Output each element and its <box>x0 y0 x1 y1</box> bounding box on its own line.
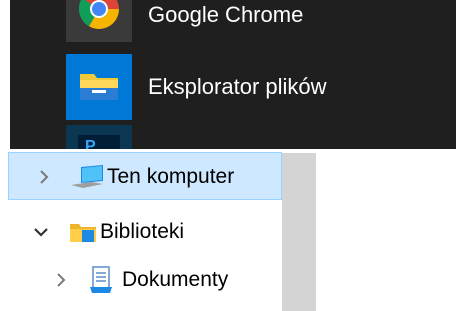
tree-item-ten-komputer[interactable]: Ten komputer <box>8 152 282 200</box>
left-edge <box>0 0 10 149</box>
chrome-tile[interactable] <box>66 0 132 42</box>
tree-item-label: Dokumenty <box>122 268 229 291</box>
file-explorer-label[interactable]: Eksplorator plików <box>148 74 327 100</box>
chevron-right-icon[interactable] <box>52 271 70 289</box>
tree-item-dokumenty[interactable]: Dokumenty <box>8 256 282 304</box>
libraries-folder-icon <box>70 224 96 242</box>
navigation-pane: Ten komputer Biblioteki Dokumenty <box>0 149 456 311</box>
scrollbar[interactable] <box>282 153 316 311</box>
photoshop-icon: P <box>78 135 120 149</box>
svg-text:P: P <box>85 138 96 149</box>
tree-item-label: Biblioteki <box>100 220 185 243</box>
photoshop-tile[interactable]: P <box>66 125 132 149</box>
start-menu-strip: Google Chrome Eksplorator plików P <box>0 0 456 149</box>
chrome-label[interactable]: Google Chrome <box>148 2 303 28</box>
chrome-icon <box>78 0 119 29</box>
computer-icon <box>71 165 103 188</box>
file-explorer-tile[interactable] <box>66 54 132 120</box>
tree-item-biblioteki[interactable]: Biblioteki <box>8 208 282 256</box>
tree-item-label: Ten komputer <box>107 165 235 188</box>
chevron-down-icon[interactable] <box>32 223 50 241</box>
chevron-right-icon[interactable] <box>35 168 53 186</box>
documents-icon <box>90 266 112 293</box>
file-explorer-icon <box>80 74 118 100</box>
